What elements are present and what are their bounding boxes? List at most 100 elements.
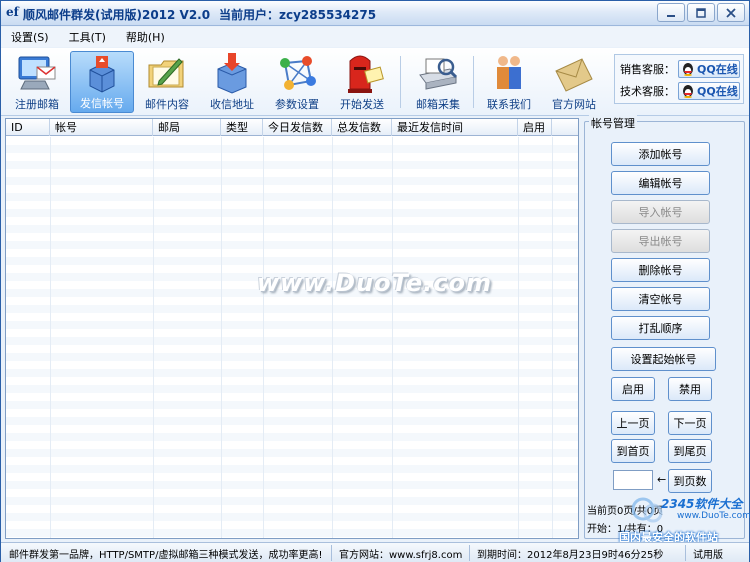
minimize-button[interactable]	[657, 3, 685, 22]
toolbar-label: 发信帐号	[80, 97, 124, 110]
column-header-post-office[interactable]: 邮局	[153, 119, 221, 136]
contact-us-button[interactable]: 联系我们	[477, 51, 541, 113]
tech-support-label: 技术客服：	[620, 85, 675, 98]
status-edition: 试用版	[693, 550, 723, 561]
arrow-left-icon: ←	[657, 473, 667, 486]
export-account-button[interactable]: 导出帐号	[611, 229, 710, 253]
table-header: ID 帐号 邮局 类型 今日发信数 总发信数 最近发信时间 启用	[6, 119, 578, 136]
parameter-settings-button[interactable]: 参数设置	[265, 51, 329, 113]
disable-button[interactable]: 禁用	[668, 377, 712, 401]
account-management-panel: 帐号管理 添加帐号 编辑帐号 导入帐号 导出帐号 删除帐号 清空帐号 打乱顺序 …	[584, 115, 745, 539]
envelope-icon	[555, 58, 593, 92]
clear-accounts-button[interactable]: 清空帐号	[611, 287, 710, 311]
column-divider	[221, 137, 222, 538]
menu-tools[interactable]: 工具(T)	[69, 29, 106, 45]
first-page-button[interactable]: 到首页	[611, 439, 655, 463]
qq-penguin-icon	[683, 85, 693, 98]
status-website[interactable]: 官方网站：www.sfrj8.com	[339, 546, 462, 561]
shuffle-order-button[interactable]: 打乱顺序	[611, 316, 710, 340]
maximize-button[interactable]	[687, 3, 715, 22]
close-button[interactable]	[717, 3, 745, 22]
accounts-table[interactable]: ID 帐号 邮局 类型 今日发信数 总发信数 最近发信时间 启用	[5, 118, 579, 539]
delete-account-button[interactable]: 删除帐号	[611, 258, 710, 282]
status-expiry: 到期时间：2012年8月23日9时46分25秒	[477, 550, 664, 561]
toolbar-label: 参数设置	[275, 98, 319, 111]
current-user-label: 当前用户：zcy285534275	[219, 8, 377, 22]
minimize-icon	[667, 14, 675, 17]
computer-mail-icon	[18, 56, 56, 90]
column-divider	[552, 137, 553, 538]
status-slogan: 邮件群发第一品牌，HTTP/SMTP/虚拟邮箱三种模式发送，成功率更高!	[9, 550, 323, 561]
window-title: 顺风邮件群发(试用版)2012 V2.0	[23, 8, 211, 22]
column-header-account[interactable]: 帐号	[50, 119, 153, 136]
goto-page-button[interactable]: 到页数	[668, 469, 712, 493]
toolbar-label: 开始发送	[340, 98, 384, 111]
toolbar: 注册邮箱 发信帐号 邮件内容 收信地址 参数设置 开始发送 邮箱采集 联系我们 …	[1, 48, 749, 116]
edit-account-button[interactable]: 编辑帐号	[611, 171, 710, 195]
column-header-id[interactable]: ID	[6, 119, 50, 136]
column-header-type[interactable]: 类型	[221, 119, 263, 136]
status-bar: 邮件群发第一品牌，HTTP/SMTP/虚拟邮箱三种模式发送，成功率更高! 官方网…	[1, 542, 749, 562]
column-header-today-sent[interactable]: 今日发信数	[263, 119, 332, 136]
page-number-input[interactable]	[613, 470, 653, 490]
toolbar-label: 邮箱采集	[416, 98, 460, 111]
add-account-button[interactable]: 添加帐号	[611, 142, 710, 166]
enable-button[interactable]: 启用	[611, 377, 655, 401]
toolbar-label: 联系我们	[487, 98, 531, 111]
toolbar-separator	[400, 56, 401, 108]
title-bar[interactable]: ef 顺风邮件群发(试用版)2012 V2.0 当前用户：zcy28553427…	[1, 1, 749, 26]
column-divider	[332, 137, 333, 538]
official-website-button[interactable]: 官方网站	[542, 51, 606, 113]
status-separator	[469, 545, 470, 561]
qq-online-label: QQ在线	[697, 85, 738, 98]
column-header-total-sent[interactable]: 总发信数	[332, 119, 392, 136]
send-accounts-button[interactable]: 发信帐号	[70, 51, 134, 113]
column-divider	[263, 137, 264, 538]
column-divider	[392, 137, 393, 538]
panel-title: 帐号管理	[589, 115, 637, 131]
register-mailbox-button[interactable]: 注册邮箱	[5, 51, 69, 113]
start-sending-button[interactable]: 开始发送	[330, 51, 394, 113]
red-postbox-icon	[348, 55, 384, 93]
sales-support-row: 销售客服： QQ在线	[620, 59, 740, 79]
app-window: ef 顺风邮件群发(试用版)2012 V2.0 当前用户：zcy28553427…	[0, 0, 750, 562]
prev-page-button[interactable]: 上一页	[611, 411, 655, 435]
import-account-button[interactable]: 导入帐号	[611, 200, 710, 224]
status-separator	[331, 545, 332, 561]
account-disk-icon	[89, 56, 115, 93]
recipient-address-button[interactable]: 收信地址	[200, 51, 264, 113]
close-icon	[726, 7, 736, 18]
people-icon	[497, 56, 521, 89]
scanner-icon	[419, 58, 458, 90]
toolbar-label: 注册邮箱	[15, 98, 59, 111]
column-header-enabled[interactable]: 启用	[518, 119, 552, 136]
menu-settings[interactable]: 设置(S)	[11, 29, 49, 45]
qq-penguin-icon	[683, 63, 693, 76]
app-logo-icon: ef	[6, 5, 19, 19]
column-divider	[153, 137, 154, 538]
last-page-button[interactable]: 到尾页	[668, 439, 712, 463]
set-start-account-button[interactable]: 设置起始帐号	[611, 347, 716, 371]
maximize-icon	[696, 7, 706, 18]
sales-qq-button[interactable]: QQ在线	[678, 60, 740, 78]
toolbar-separator	[473, 56, 474, 108]
column-header-last-sent-time[interactable]: 最近发信时间	[392, 119, 518, 136]
toolbar-label: 官方网站	[552, 98, 596, 111]
network-settings-icon	[280, 56, 316, 90]
mailbox-download-icon	[217, 53, 247, 94]
next-page-button[interactable]: 下一页	[668, 411, 712, 435]
window-controls	[657, 3, 745, 22]
brand-name: 2345软件大全	[661, 497, 743, 511]
mail-content-button[interactable]: 邮件内容	[135, 51, 199, 113]
column-divider	[50, 137, 51, 538]
tech-qq-button[interactable]: QQ在线	[678, 82, 740, 100]
customer-service-box: 销售客服： QQ在线 技术客服： QQ在线	[614, 54, 744, 104]
status-separator	[685, 545, 686, 561]
menu-help[interactable]: 帮助(H)	[126, 29, 165, 45]
toolbar-label: 收信地址	[210, 98, 254, 111]
watermark-text: www.DuoTe.com	[257, 269, 492, 297]
toolbar-label: 邮件内容	[145, 98, 189, 111]
mailbox-collect-button[interactable]: 邮箱采集	[406, 51, 470, 113]
tech-support-row: 技术客服： QQ在线	[620, 81, 740, 101]
column-divider	[518, 137, 519, 538]
